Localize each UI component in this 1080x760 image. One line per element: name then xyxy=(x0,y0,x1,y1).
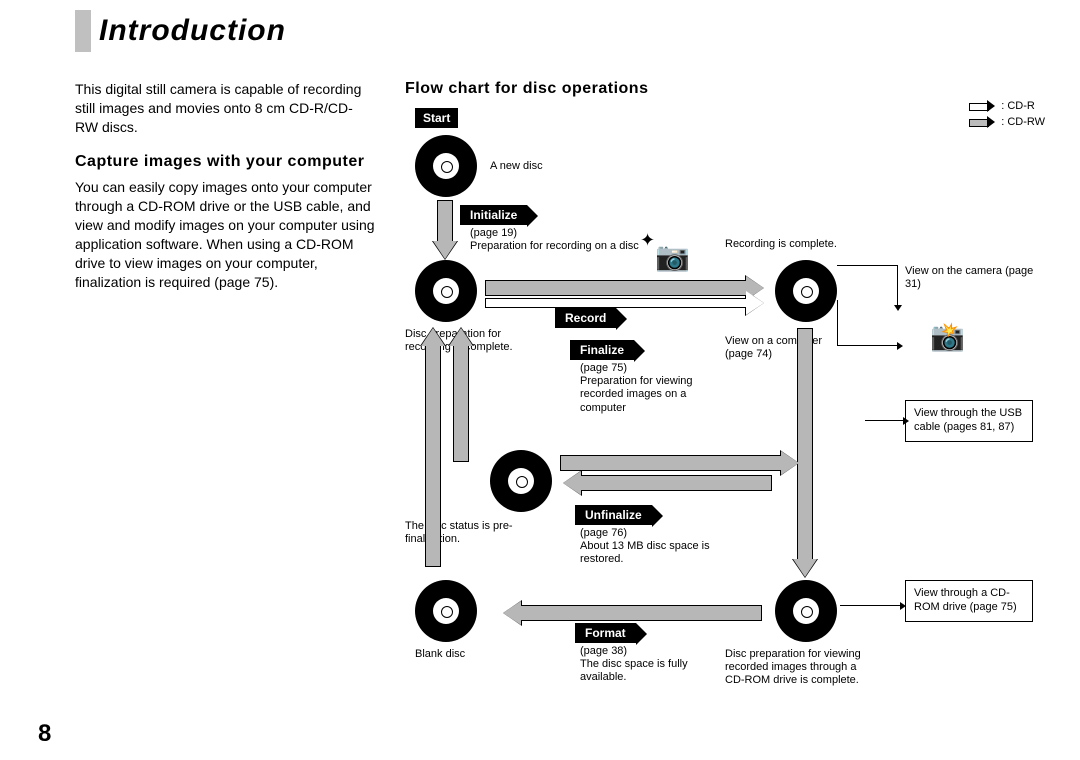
arrow-to-usb-box xyxy=(865,420,903,421)
flash-icon: ✦ xyxy=(640,230,655,251)
finalize-flag: Finalize xyxy=(570,340,634,360)
legend-cdr: : CD-R xyxy=(969,100,1045,112)
open-camera-icon: 📸 xyxy=(930,320,965,353)
page-title-block: Introduction xyxy=(75,10,286,52)
page-number: 8 xyxy=(38,720,51,748)
flowchart-title: Flow chart for disc operations xyxy=(405,80,1065,98)
legend-arrow-cdrw-icon xyxy=(969,117,995,127)
record-flag: Record xyxy=(555,308,616,328)
cdrom-box: View through a CD-ROM drive (page 75) xyxy=(905,580,1033,622)
format-flag: Format xyxy=(575,623,636,643)
view-camera-note: View on the camera (page 31) xyxy=(905,265,1035,291)
disc-new xyxy=(415,135,477,197)
flowchart-area: Flow chart for disc operations : CD-R : … xyxy=(405,80,1065,720)
unfinalize-note: (page 76) About 13 MB disc space is rest… xyxy=(580,527,730,567)
initialize-note: (page 19) Preparation for recording on a… xyxy=(470,227,640,253)
arrow-view-computer-h xyxy=(837,345,897,346)
usb-box: View through the USB cable (pages 81, 87… xyxy=(905,400,1033,442)
legend-arrow-cdr-icon xyxy=(969,101,995,111)
arrow-view-camera-v xyxy=(897,265,898,305)
legend-cdrw: : CD-RW xyxy=(969,116,1045,128)
new-disc-note: A new disc xyxy=(490,160,543,173)
intro-paragraph: This digital still camera is capable of … xyxy=(75,80,375,137)
arrow-prefinal-to-finalize xyxy=(560,455,782,471)
arrow-prefinal-up xyxy=(453,345,469,462)
disc-prefinal xyxy=(490,450,552,512)
arrow-view-camera-h xyxy=(837,265,897,266)
unfinalize-flag: Unfinalize xyxy=(575,505,652,525)
disc-blank xyxy=(415,580,477,642)
page-title: Introduction xyxy=(99,14,286,48)
disc-initialized xyxy=(415,260,477,322)
disc-finalized xyxy=(775,580,837,642)
initialize-flag: Initialize xyxy=(460,205,527,225)
arrow-to-cdrom-box xyxy=(840,605,900,606)
arrow-format xyxy=(520,605,762,621)
finalize-note: (page 75) Preparation for viewing record… xyxy=(580,362,720,415)
capture-subheading: Capture images with your computer xyxy=(75,151,375,173)
start-label: Start xyxy=(415,108,458,128)
legend-cdr-label: : CD-R xyxy=(1001,100,1035,112)
format-note: (page 38) The disc space is fully availa… xyxy=(580,645,720,685)
recording-complete-note: Recording is complete. xyxy=(725,238,885,251)
arrow-record-cdr xyxy=(485,298,747,308)
left-column: This digital still camera is capable of … xyxy=(75,80,375,292)
camera-icon: 📷 xyxy=(655,240,690,273)
view-computer-note: View on a computer (page 74) xyxy=(725,335,845,361)
disc-recorded xyxy=(775,260,837,322)
arrow-unfinalize xyxy=(580,475,772,491)
arrow-finalize xyxy=(797,328,813,560)
arrow-record xyxy=(485,280,747,296)
legend-cdrw-label: : CD-RW xyxy=(1001,116,1045,128)
arrow-blank-up xyxy=(425,345,441,567)
arrow-start-to-init xyxy=(437,200,453,242)
blank-disc-note: Blank disc xyxy=(415,648,495,661)
prefinal-note: The disc status is pre-finalization. xyxy=(405,520,520,546)
disc-view-complete-note: Disc preparation for viewing recorded im… xyxy=(725,648,875,688)
legend: : CD-R : CD-RW xyxy=(969,100,1045,132)
title-accent-bar xyxy=(75,10,91,52)
capture-paragraph: You can easily copy images onto your com… xyxy=(75,178,375,291)
